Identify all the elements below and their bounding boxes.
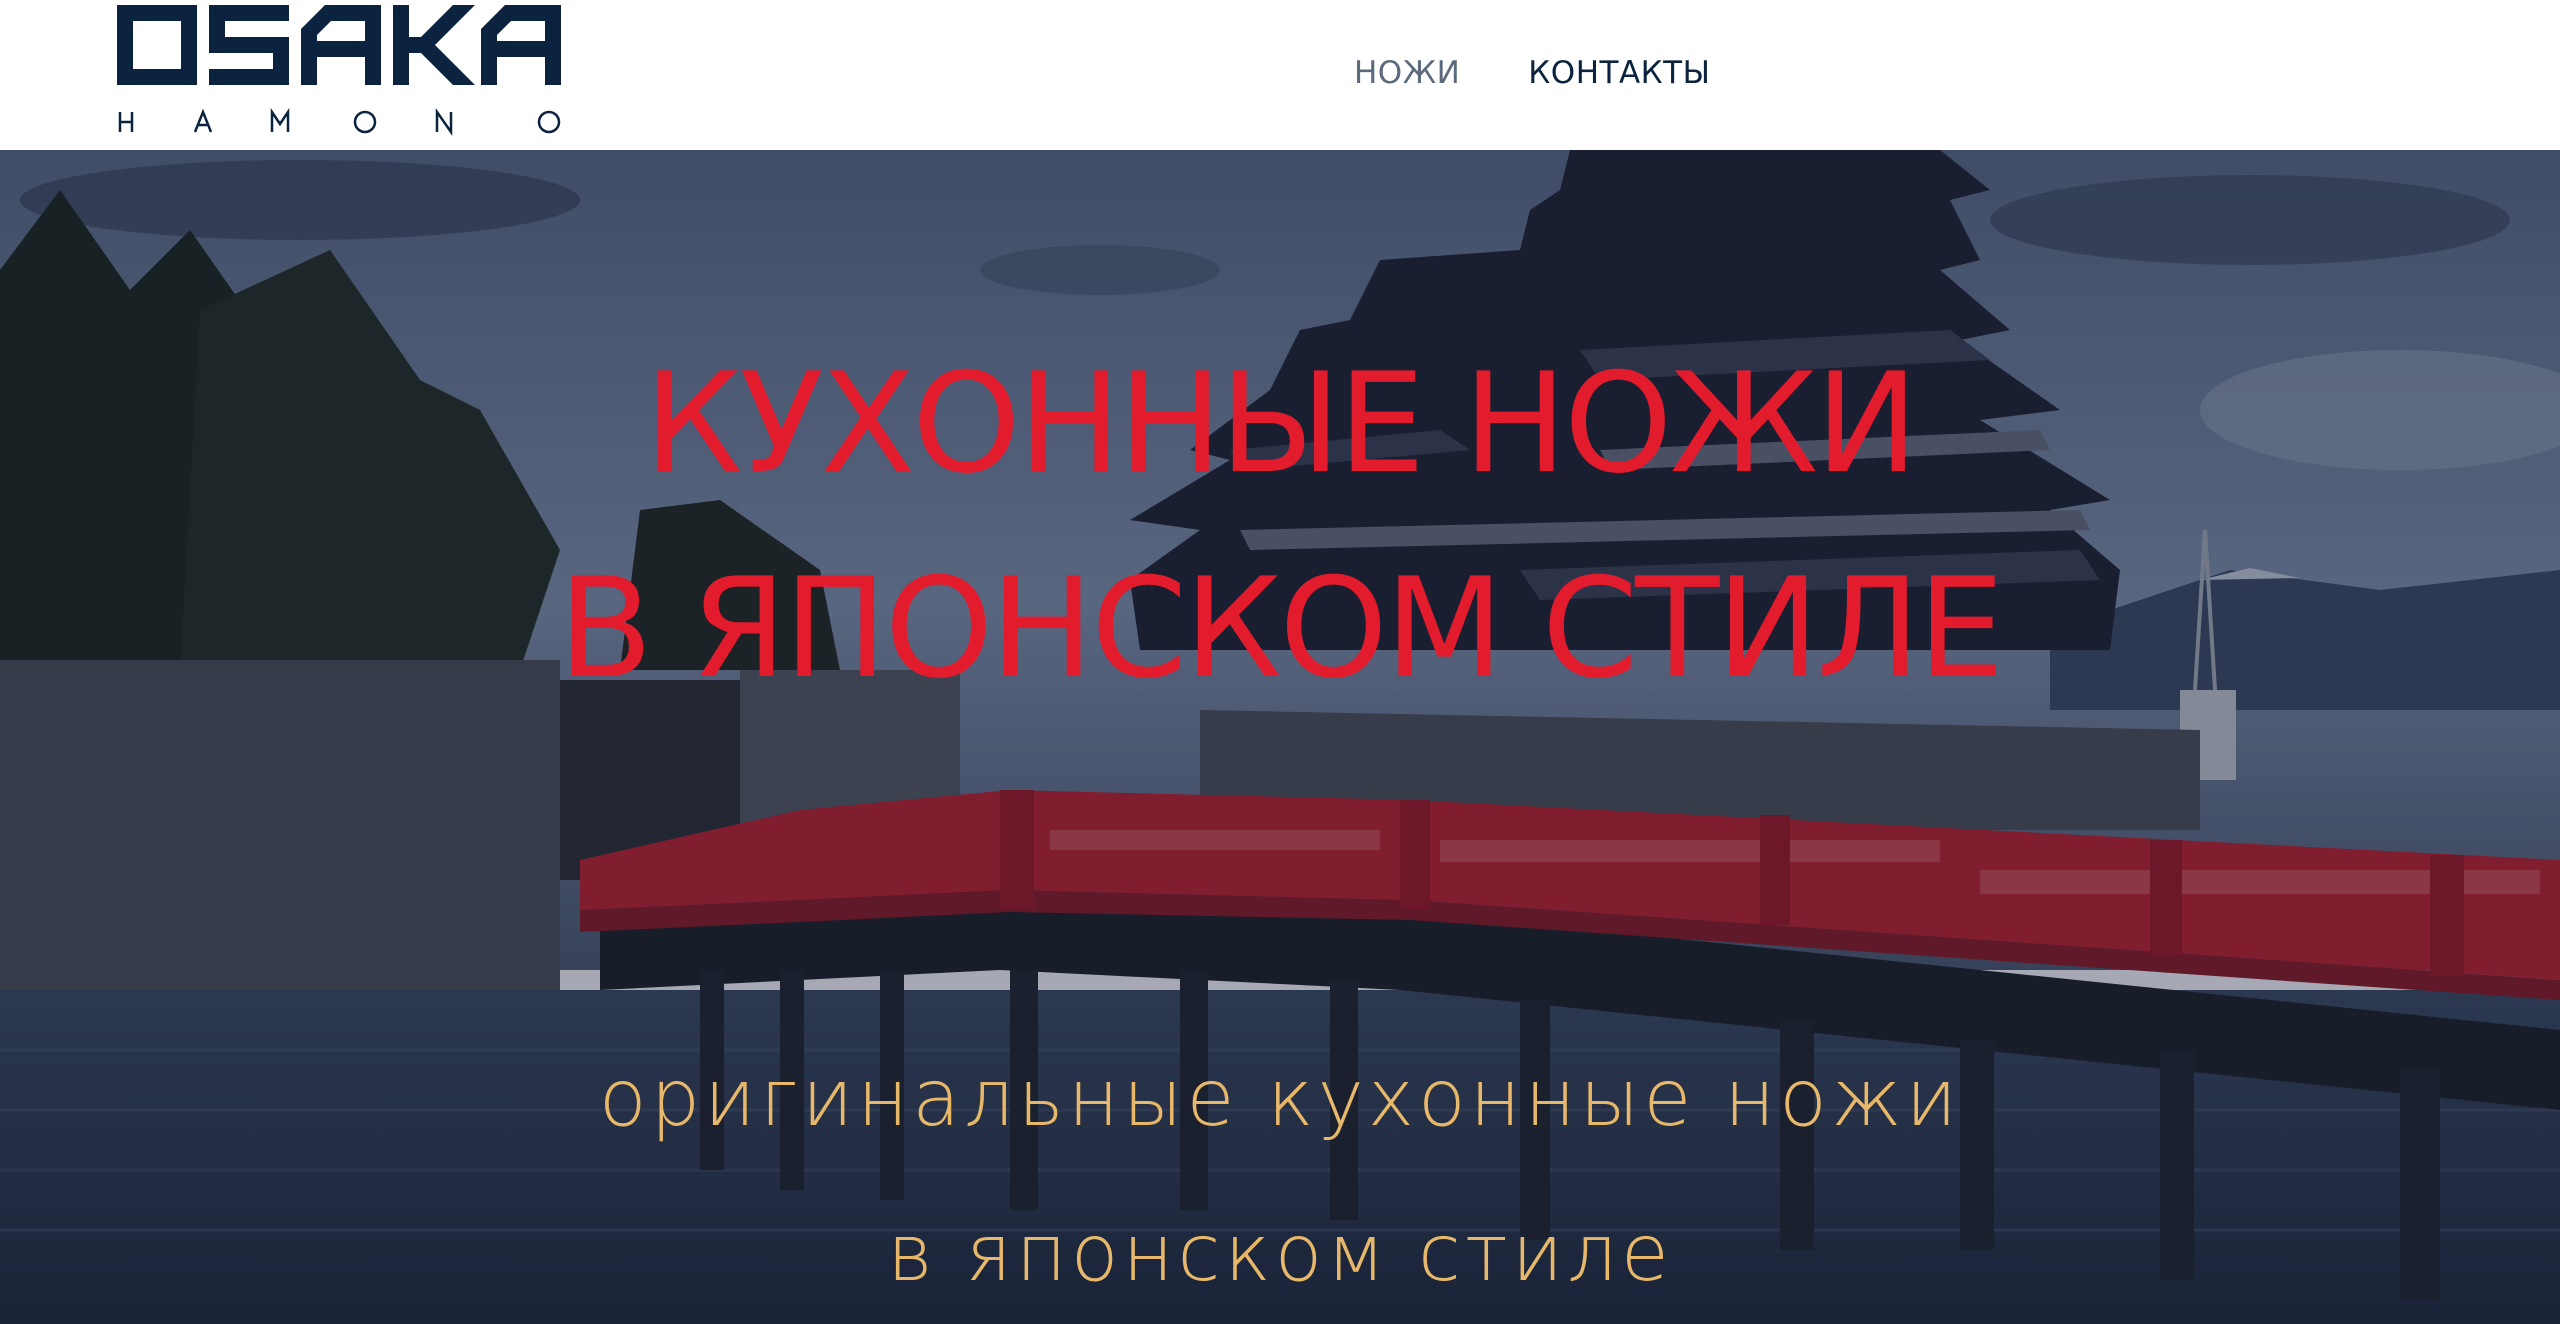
main-nav: НОЖИ КОНТАКТЫ — [1354, 50, 1710, 96]
brand-logo[interactable] — [117, 5, 561, 140]
nav-contacts-link[interactable]: КОНТАКТЫ — [1528, 55, 1710, 91]
hero-subtitle-line1: оригинальные кухонные ножи — [598, 1054, 1962, 1144]
hero-section: КУХОННЫЕ НОЖИ В ЯПОНСКОМ СТИЛЕ оригиналь… — [0, 150, 2560, 1324]
hero-title-line1: КУХОННЫЕ НОЖИ — [644, 343, 1919, 504]
hero-dark-overlay — [0, 150, 2560, 1324]
site-header: НОЖИ КОНТАКТЫ — [0, 0, 2560, 150]
hero-subtitle-line2: в японском стиле — [887, 1209, 1673, 1299]
hero-title-line2: В ЯПОНСКОМ СТИЛЕ — [558, 548, 2004, 709]
nav-knives-link[interactable]: НОЖИ — [1354, 55, 1460, 91]
